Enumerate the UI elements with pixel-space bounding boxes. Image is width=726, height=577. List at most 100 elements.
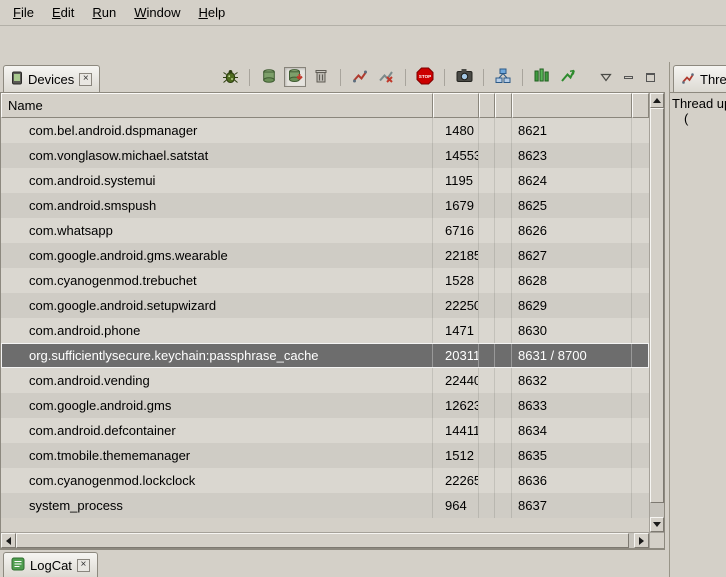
process-pid: 1471 bbox=[433, 318, 479, 343]
update-threads-button[interactable] bbox=[349, 67, 371, 87]
tab-devices[interactable]: Devices × bbox=[3, 65, 100, 92]
process-port: 8630 bbox=[512, 318, 632, 343]
stop-process-button[interactable]: STOP bbox=[414, 67, 436, 87]
cell-blank bbox=[495, 343, 512, 368]
tab-threads[interactable]: Threads bbox=[673, 65, 726, 92]
threads-tabbar: Threads bbox=[670, 62, 726, 92]
maximize-button[interactable] bbox=[641, 67, 659, 87]
horizontal-scrollbar[interactable] bbox=[1, 533, 649, 548]
logcat-icon bbox=[11, 557, 25, 574]
threads-message-line: ( bbox=[670, 111, 726, 126]
table-row[interactable]: com.android.systemui 1195 8624 bbox=[1, 168, 649, 193]
cell-filler bbox=[632, 218, 649, 243]
menu-edit[interactable]: Edit bbox=[43, 2, 83, 23]
table-row[interactable]: com.tmobile.thememanager 1512 8635 bbox=[1, 443, 649, 468]
toolbar-separator bbox=[444, 69, 445, 86]
toolbar-separator bbox=[249, 69, 250, 86]
view-hierarchy-icon bbox=[495, 68, 511, 87]
table-row[interactable]: com.google.android.gms 12623 8633 bbox=[1, 393, 649, 418]
process-name: com.vonglasow.michael.satstat bbox=[1, 143, 433, 168]
column-header-filler bbox=[632, 93, 649, 118]
method-profiling-icon bbox=[378, 68, 394, 87]
cell-filler bbox=[632, 368, 649, 393]
tab-logcat[interactable]: LogCat × bbox=[3, 552, 98, 577]
scroll-right-button[interactable] bbox=[634, 533, 649, 548]
cell-blank bbox=[495, 218, 512, 243]
table-row[interactable]: com.cyanogenmod.trebuchet 1528 8628 bbox=[1, 268, 649, 293]
scroll-down-icon bbox=[653, 522, 661, 527]
dump-hprof-button[interactable] bbox=[284, 67, 306, 87]
vertical-scrollbar[interactable] bbox=[649, 93, 664, 532]
update-heap-button[interactable] bbox=[258, 67, 280, 87]
column-header-pid[interactable] bbox=[433, 93, 479, 118]
column-header-blank[interactable] bbox=[495, 93, 512, 118]
scroll-up-icon bbox=[653, 98, 661, 103]
picket-fence-button[interactable] bbox=[531, 67, 553, 87]
cell-blank bbox=[479, 193, 495, 218]
menu-window[interactable]: Window bbox=[125, 2, 189, 23]
vertical-scrollbar-thumb[interactable] bbox=[650, 108, 664, 503]
table-row[interactable]: com.android.smspush 1679 8625 bbox=[1, 193, 649, 218]
cell-filler bbox=[632, 343, 649, 368]
table-row[interactable]: com.vonglasow.michael.satstat 14553 8623 bbox=[1, 143, 649, 168]
table-row[interactable]: system_process 964 8637 bbox=[1, 493, 649, 518]
table-row[interactable]: com.cyanogenmod.lockclock 22265 8636 bbox=[1, 468, 649, 493]
process-pid: 20311 bbox=[433, 343, 479, 368]
cell-blank bbox=[495, 118, 512, 143]
close-icon[interactable]: × bbox=[79, 73, 92, 86]
toolbar-separator bbox=[405, 69, 406, 86]
gc-trash-button[interactable] bbox=[310, 67, 332, 87]
table-row[interactable]: com.android.vending 22440 8632 bbox=[1, 368, 649, 393]
process-pid: 1480 bbox=[433, 118, 479, 143]
devices-tabbar: Devices × bbox=[0, 62, 665, 92]
view-menu-button[interactable] bbox=[597, 67, 615, 87]
table-row[interactable]: com.google.android.setupwizard 22250 862… bbox=[1, 293, 649, 318]
scroll-down-button[interactable] bbox=[650, 517, 664, 532]
process-port: 8621 bbox=[512, 118, 632, 143]
menu-help[interactable]: Help bbox=[189, 2, 234, 23]
update-heap-icon bbox=[262, 68, 276, 87]
horizontal-scrollbar-thumb[interactable] bbox=[16, 533, 629, 548]
scroll-left-button[interactable] bbox=[1, 533, 16, 548]
column-header-blank[interactable] bbox=[479, 93, 495, 118]
cell-blank bbox=[479, 468, 495, 493]
cell-blank bbox=[495, 293, 512, 318]
cell-blank bbox=[495, 243, 512, 268]
process-name: com.whatsapp bbox=[1, 218, 433, 243]
menu-run[interactable]: Run bbox=[83, 2, 125, 23]
screen-capture-button[interactable] bbox=[453, 67, 475, 87]
method-profiling-button[interactable] bbox=[375, 67, 397, 87]
process-pid: 1512 bbox=[433, 443, 479, 468]
menu-file[interactable]: File bbox=[4, 2, 43, 23]
table-row[interactable]: com.android.defcontainer 14411 8634 bbox=[1, 418, 649, 443]
cell-blank bbox=[495, 193, 512, 218]
cell-filler bbox=[632, 393, 649, 418]
table-row[interactable]: com.google.android.gms.wearable 22185 86… bbox=[1, 243, 649, 268]
minimize-icon bbox=[624, 76, 633, 79]
table-row[interactable]: com.android.phone 1471 8630 bbox=[1, 318, 649, 343]
left-column: Devices × bbox=[0, 62, 665, 577]
minimize-button[interactable] bbox=[619, 67, 637, 87]
cell-blank bbox=[479, 268, 495, 293]
close-icon[interactable]: × bbox=[77, 559, 90, 572]
process-pid: 1679 bbox=[433, 193, 479, 218]
view-hierarchy-button[interactable] bbox=[492, 67, 514, 87]
process-pid: 22185 bbox=[433, 243, 479, 268]
table-row[interactable]: com.whatsapp 6716 8626 bbox=[1, 218, 649, 243]
process-pid: 1195 bbox=[433, 168, 479, 193]
cell-blank bbox=[479, 493, 495, 518]
cell-filler bbox=[632, 193, 649, 218]
scroll-up-button[interactable] bbox=[650, 93, 664, 108]
column-header-port[interactable] bbox=[512, 93, 632, 118]
table-row[interactable]: com.bel.android.dspmanager 1480 8621 bbox=[1, 118, 649, 143]
column-header-name[interactable]: Name bbox=[1, 93, 433, 118]
debug-button[interactable] bbox=[219, 67, 241, 87]
table-row[interactable]: org.sufficientlysecure.keychain:passphra… bbox=[1, 343, 649, 368]
cell-blank bbox=[479, 143, 495, 168]
cell-blank bbox=[479, 393, 495, 418]
process-name: com.google.android.gms.wearable bbox=[1, 243, 433, 268]
cell-filler bbox=[632, 293, 649, 318]
green-arrows-button[interactable] bbox=[557, 67, 579, 87]
main-area: Devices × bbox=[0, 62, 726, 577]
cell-blank bbox=[479, 443, 495, 468]
